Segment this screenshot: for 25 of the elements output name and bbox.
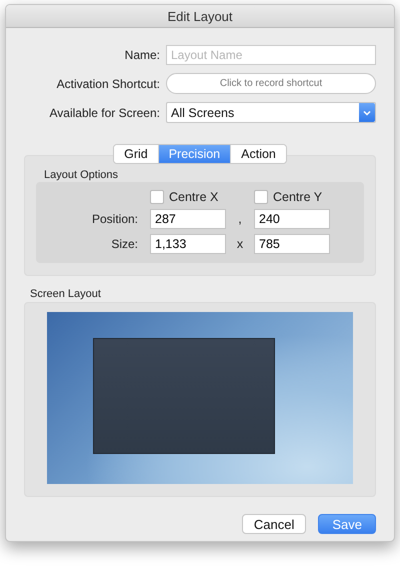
cancel-button[interactable]: Cancel <box>242 514 306 534</box>
separator-text: x <box>236 237 244 251</box>
checkbox[interactable] <box>150 190 164 204</box>
section-title: Layout Options <box>44 169 119 181</box>
position-x-field[interactable]: 287 <box>150 209 226 229</box>
field-label: Name: <box>124 48 160 62</box>
name-field[interactable]: Layout Name <box>166 45 376 65</box>
tab[interactable]: Action <box>230 145 286 163</box>
height-field[interactable]: 785 <box>254 234 330 254</box>
field-label: Size: <box>110 237 138 251</box>
shortcut-field[interactable]: Click to record shortcut <box>166 73 376 94</box>
checkbox-label[interactable]: Centre X <box>150 190 251 204</box>
section-title: Screen Layout <box>30 288 102 300</box>
checkbox-label[interactable]: Centre Y <box>254 190 330 204</box>
screen-dropdown[interactable]: All Screens <box>166 102 376 123</box>
chevron-down-icon <box>363 110 371 116</box>
separator-text: , <box>237 212 243 226</box>
position-y-field[interactable]: 240 <box>254 209 330 229</box>
field-label: Activation Shortcut: <box>56 76 160 90</box>
window-title: Edit Layout <box>167 8 233 24</box>
window-preview[interactable] <box>93 338 275 454</box>
width-field[interactable]: 1,133 <box>150 234 226 254</box>
field-label: Available for Screen: <box>48 106 160 120</box>
field-label: Position: <box>90 212 138 226</box>
checkbox[interactable] <box>254 190 268 204</box>
